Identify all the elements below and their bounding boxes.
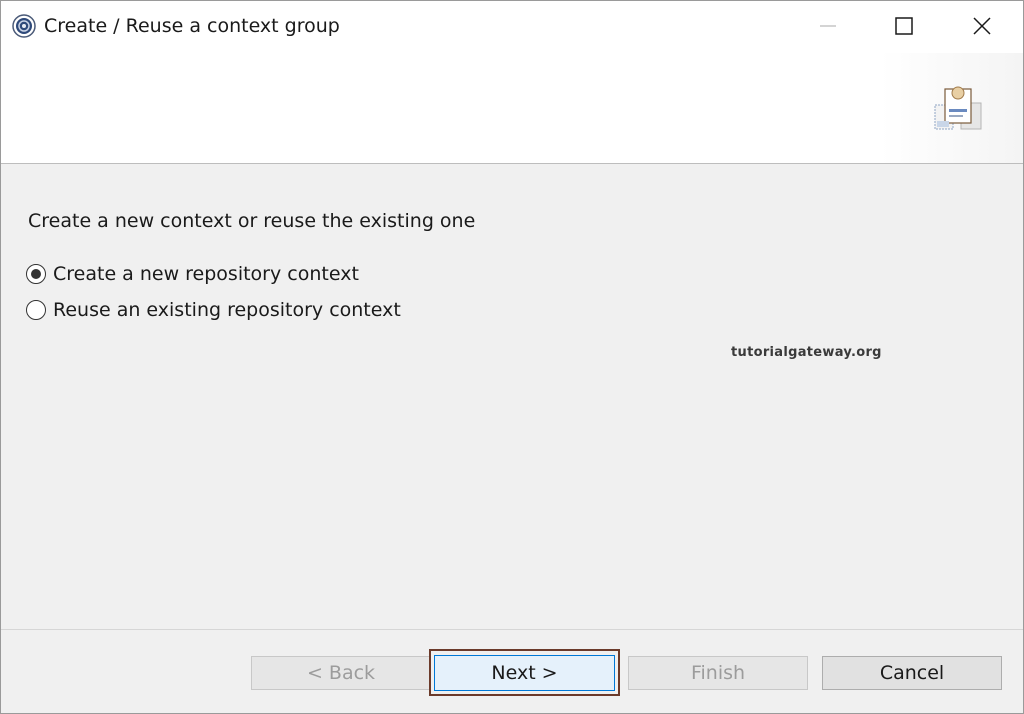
minimize-button[interactable] [791,1,865,51]
reuse-existing-context-radio[interactable]: Reuse an existing repository context [26,297,401,323]
back-button[interactable]: < Back [251,656,431,690]
radio-selected-icon[interactable] [26,264,46,284]
close-button[interactable] [945,1,1019,51]
button-bar: < Back Next > Finish Cancel [1,629,1023,713]
finish-button[interactable]: Finish [628,656,808,690]
create-new-context-label: Create a new repository context [53,263,359,285]
wizard-window: Create / Reuse a context group Create a … [0,0,1024,714]
wizard-banner [1,53,1023,164]
close-icon [973,17,991,35]
instruction-text: Create a new context or reuse the existi… [28,210,476,232]
next-button[interactable]: Next > [434,655,615,691]
window-title: Create / Reuse a context group [44,15,340,37]
title-bar: Create / Reuse a context group [1,1,1023,53]
maximize-button[interactable] [867,1,941,51]
context-group-wizard-icon [931,81,987,133]
minimize-icon [820,25,836,27]
watermark-text: tutorialgateway.org [731,345,882,360]
create-new-context-radio[interactable]: Create a new repository context [26,261,359,287]
radio-unselected-icon[interactable] [26,300,46,320]
reuse-existing-context-label: Reuse an existing repository context [53,299,401,321]
app-icon [12,14,36,38]
cancel-button[interactable]: Cancel [822,656,1002,690]
maximize-icon [895,17,913,35]
